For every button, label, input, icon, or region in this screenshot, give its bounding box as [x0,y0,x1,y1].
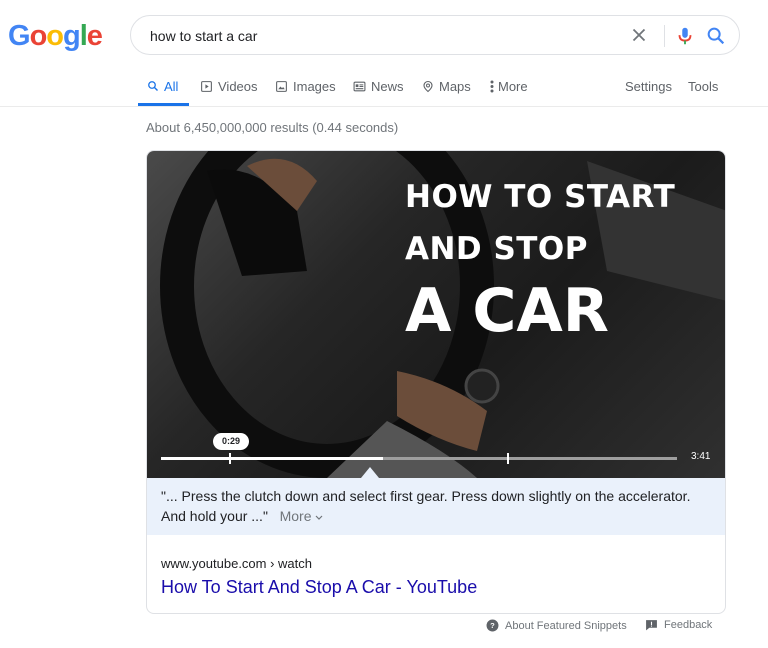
search-tabs: All Videos Images News Maps More Setting… [0,75,768,107]
chevron-down-icon [315,515,323,520]
tab-label: Images [293,79,336,94]
logo-letter: l [79,20,88,52]
featured-snippet-card: HOW TO START AND STOP A CAR 0:29 3:41 ".… [146,150,726,614]
result-stats: About 6,450,000,000 results (0.44 second… [146,120,399,135]
settings-link[interactable]: Settings [625,79,672,106]
feedback-label: Feedback [664,619,713,631]
tab-label: More [498,79,528,94]
image-icon [276,81,287,92]
video-progress-bar[interactable] [161,453,677,464]
tab-label: Tools [688,79,719,94]
snippet-line: And hold your ..." [161,508,268,524]
logo-letter: G [8,20,31,52]
snippet-more-button[interactable]: More [280,508,324,524]
feedback-link[interactable]: Feedback [645,619,712,631]
video-title-line: AND STOP [405,231,589,267]
tab-label: Videos [218,79,258,94]
logo-letter: o [46,20,64,52]
clip-end-marker [507,453,509,464]
map-pin-icon [423,80,433,93]
microphone-icon[interactable] [674,24,696,48]
tab-news[interactable]: News [353,79,404,106]
tab-all[interactable]: All [138,79,189,106]
search-icon[interactable] [705,25,727,47]
video-thumbnail[interactable]: HOW TO START AND STOP A CAR 0:29 3:41 [147,151,725,478]
logo-letter: e [86,20,103,52]
video-icon [201,81,212,92]
feedback-icon [646,620,657,631]
video-progress-fill [161,457,383,460]
result-title-link[interactable]: How To Start And Stop A Car - YouTube [161,577,477,598]
current-time-marker[interactable] [229,453,231,464]
logo-letter: g [63,20,81,52]
more-label: More [279,508,312,524]
search-icon [148,81,158,91]
tab-label: Maps [439,79,471,94]
news-icon [353,81,366,92]
clear-icon[interactable] [628,24,650,46]
video-title-overlay: HOW TO START AND STOP A CAR [405,171,675,345]
about-label: About Featured Snippets [505,619,627,632]
svg-text:?: ? [490,621,495,630]
about-featured-snippets[interactable]: ? About Featured Snippets [486,619,627,632]
search-divider [664,25,665,47]
tab-label: News [371,79,404,94]
tab-images[interactable]: Images [275,79,336,106]
tab-videos[interactable]: Videos [200,79,258,106]
google-logo[interactable]: Google [8,20,103,53]
tab-maps[interactable]: Maps [422,79,471,106]
search-input[interactable] [148,24,622,48]
tab-label: Settings [625,79,672,94]
video-title-line: HOW TO START [405,179,676,215]
video-duration: 3:41 [691,451,711,462]
snippet-text: "... Press the clutch down and select fi… [147,478,725,535]
video-title-line: A CAR [405,276,609,346]
more-vert-icon [490,80,494,93]
tab-more[interactable]: More [490,79,528,106]
tools-link[interactable]: Tools [688,79,718,106]
help-icon: ? [486,619,499,632]
tab-label: All [164,79,179,94]
result-source-url: www.youtube.com › watch [161,556,313,571]
snippet-pointer [361,467,379,478]
snippet-line: "... Press the clutch down and select fi… [161,488,691,504]
logo-letter: o [29,20,48,52]
search-box[interactable] [130,15,740,55]
time-marker-bubble: 0:29 [213,433,249,450]
